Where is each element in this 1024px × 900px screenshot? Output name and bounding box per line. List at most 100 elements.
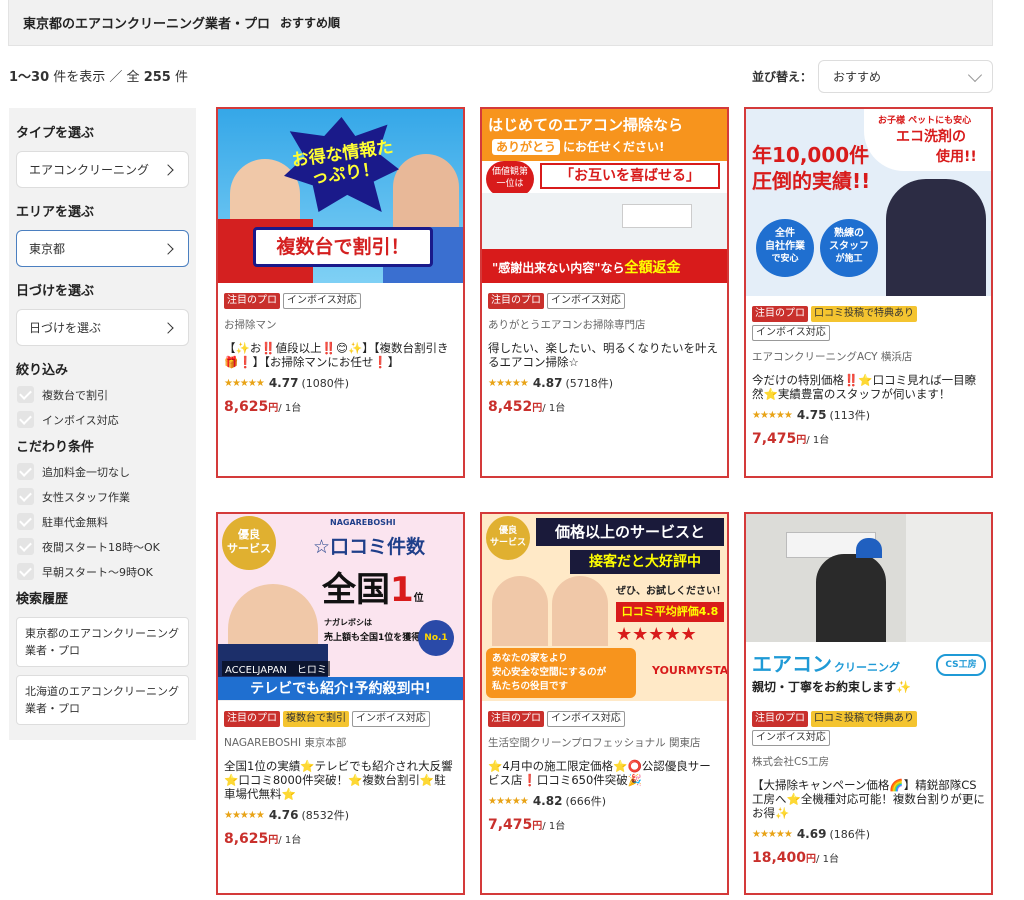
- banner-brand: NAGAREBOSHI: [330, 518, 396, 527]
- review-count: (113件): [829, 409, 871, 422]
- review-count: (8532件): [301, 809, 350, 822]
- service-card[interactable]: お子様 ペットにも安心 エコ洗剤の 使用!! 年10,000件 圧倒的実績!! …: [744, 107, 993, 478]
- price: 8,625円/ 1台: [224, 831, 302, 847]
- rating-score: 4.75: [796, 408, 827, 422]
- card-description: 得したい、楽したい、明るくなりたいを叶えるエアコン掃除☆: [488, 341, 718, 369]
- checkbox-icon: [17, 538, 34, 555]
- banner-corner-text: 使用!!: [936, 149, 977, 165]
- banner-corner-text: お子様 ペットにも安心: [878, 116, 972, 126]
- checkbox-icon: [17, 563, 34, 580]
- filter-checkbox-invoice[interactable]: インボイス対応: [17, 407, 189, 432]
- cs-kobo-logo: CS工房: [936, 654, 986, 676]
- pref-checkbox-no-extra-fee[interactable]: 追加料金一切なし: [17, 459, 189, 484]
- service-card[interactable]: お得な情報たっぷり！ 複数台で割引！ 注目のプロ インボイス対応 お掃除マン 【…: [216, 107, 465, 478]
- tag: 口コミ投稿で特典あり: [811, 306, 917, 322]
- rating-score: 4.77: [268, 376, 299, 390]
- sort-order-note: おすすめ順: [280, 16, 341, 30]
- badge-circle: 全件 自社作業 で安心: [756, 219, 814, 277]
- chevron-right-icon: [162, 322, 174, 334]
- rating-score: 4.76: [268, 808, 299, 822]
- sidebar: タイプを選ぶ エアコンクリーニング エリアを選ぶ 東京都 日づけを選ぶ 日づけを…: [9, 108, 196, 740]
- filter-checkbox-multi-discount[interactable]: 複数台で割引: [17, 382, 189, 407]
- page-header: 東京都のエアコンクリーニング業者・プロ おすすめ順: [8, 0, 993, 46]
- tag: 注目のプロ: [224, 711, 280, 727]
- card-banner-image: 優良 サービス 価格以上のサービスと 接客だと大好評中 ぜひ、お試しください！ 口…: [482, 514, 727, 701]
- star-rating-icon: ★★★★★: [224, 809, 265, 821]
- service-card[interactable]: はじめてのエアコン掃除なら ありがとう にお任せください! 価値観第一位は 「お互…: [480, 107, 729, 478]
- banner-small-text: クリーニング: [834, 661, 900, 674]
- area-select-button[interactable]: 東京都: [16, 230, 189, 267]
- pref-checkbox-early-start[interactable]: 早朝スタート〜9時OK: [17, 559, 189, 584]
- card-description: 全国1位の実績⭐テレビでも紹介され大反響⭐口コミ8000件突破！⭐複数台割引⭐駐…: [224, 759, 453, 801]
- card-banner-image: お得な情報たっぷり！ 複数台で割引！: [218, 109, 463, 283]
- card-description: 【✨お‼️値段以上‼️😊✨】【複数台割引き🎁❗】【お掃除マンにお任せ❗】: [224, 341, 449, 369]
- checkbox-icon: [17, 463, 34, 480]
- banner-rank-number: 1: [390, 570, 414, 610]
- price: 7,475円/ 1台: [488, 817, 566, 833]
- banner-sub-text: ナガレボシは: [324, 618, 372, 627]
- area-heading: エリアを選ぶ: [16, 205, 95, 220]
- rating-score: 4.87: [532, 376, 563, 390]
- banner-names: ACCELJAPAN ヒロミ: [222, 661, 330, 676]
- history-heading: 検索履歴: [16, 592, 69, 607]
- pref-checkbox-night-start[interactable]: 夜間スタート18時〜OK: [17, 534, 189, 559]
- quality-badge: 優良 サービス: [222, 516, 276, 570]
- banner-bottom-text: 複数台で割引！: [253, 227, 433, 267]
- result-count: 1〜30 件を表示 ／ 全 255 件: [9, 70, 188, 85]
- type-heading: タイプを選ぶ: [16, 126, 95, 141]
- checkbox-icon: [17, 513, 34, 530]
- person-figure: [552, 576, 608, 646]
- tag: インボイス対応: [547, 711, 625, 727]
- banner-sub-text: 親切・丁寧をお約束します✨: [752, 680, 911, 694]
- banner-top-text: ☆口コミ件数: [313, 536, 426, 558]
- star-rating-icon: ★★★★★: [488, 377, 529, 389]
- shop-name: 株式会社CS工房: [752, 756, 829, 768]
- shop-name: ありがとうエアコンお掃除専門店: [488, 319, 646, 331]
- tag: 口コミ投稿で特典あり: [811, 711, 917, 727]
- service-card[interactable]: エアコン クリーニング CS工房 親切・丁寧をお約束します✨ 注目のプロ 口コミ投…: [744, 512, 993, 895]
- banner-big-text: 全国: [322, 570, 390, 610]
- history-item[interactable]: 東京都のエアコンクリーニング業者・プロ: [16, 617, 189, 667]
- shop-name: お掃除マン: [224, 319, 277, 331]
- service-card[interactable]: 優良 サービス 価格以上のサービスと 接客だと大好評中 ぜひ、お試しください！ 口…: [480, 512, 729, 895]
- aircon-unit: [622, 204, 692, 228]
- date-select-button[interactable]: 日づけを選ぶ: [16, 309, 189, 346]
- price: 8,452円/ 1台: [488, 399, 566, 415]
- banner-line1: はじめてのエアコン掃除なら: [488, 116, 684, 134]
- tag: インボイス対応: [752, 730, 830, 746]
- type-select-button[interactable]: エアコンクリーニング: [16, 151, 189, 188]
- star-rating-icon: ★★★★★: [488, 795, 529, 807]
- history-item[interactable]: 北海道のエアコンクリーニング業者・プロ: [16, 675, 189, 725]
- banner-sub-text: 売上額も全国1位を獲得: [324, 633, 421, 643]
- banner-mid-text: 「お互いを喜ばせる」: [540, 163, 720, 189]
- rating-score: 4.69: [796, 827, 827, 841]
- tag: 注目のプロ: [488, 293, 544, 309]
- banner-bottom-text: テレビでも紹介!予約殺到中!: [218, 677, 463, 700]
- filter-heading: 絞り込み: [16, 363, 69, 378]
- pref-checkbox-female-staff[interactable]: 女性スタッフ作業: [17, 484, 189, 509]
- sort-label: 並び替え：: [752, 70, 813, 84]
- checkbox-icon: [17, 386, 34, 403]
- banner-line2: にお任せください!: [563, 140, 665, 154]
- price: 7,475円/ 1台: [752, 431, 830, 447]
- review-count: (5718件): [565, 377, 614, 390]
- service-card[interactable]: 優良 サービス NAGAREBOSHI ☆口コミ件数 全国1位 ナガレボシは 売上…: [216, 512, 465, 895]
- card-banner-image: エアコン クリーニング CS工房 親切・丁寧をお約束します✨: [746, 514, 991, 701]
- card-description: 【大掃除キャンペーン価格🌈】精鋭部隊CS工房へ⭐全機種対応可能！複数台割りが更に…: [752, 778, 985, 820]
- banner-top-text: 接客だと大好評中: [570, 550, 720, 574]
- star-rating-icon: ★★★★★: [752, 409, 793, 421]
- date-heading: 日づけを選ぶ: [16, 284, 95, 299]
- tag: 注目のプロ: [488, 711, 544, 727]
- worker-figure: [816, 554, 886, 642]
- badge-circle: 熟練の スタッフ が施工: [820, 219, 878, 277]
- checkbox-icon: [17, 411, 34, 428]
- review-count: (1080件): [301, 377, 350, 390]
- pref-checkbox-free-parking[interactable]: 駐車代金無料: [17, 509, 189, 534]
- sort-select[interactable]: おすすめ: [818, 60, 993, 93]
- tag: インボイス対応: [752, 325, 830, 341]
- banner-big-text: エアコン: [752, 652, 832, 676]
- helmet-shape: [856, 538, 882, 558]
- banner-brand-tag: ありがとう: [492, 139, 561, 155]
- card-banner-image: 優良 サービス NAGAREBOSHI ☆口コミ件数 全国1位 ナガレボシは 売上…: [218, 514, 463, 701]
- star-rating-icon: ★★★★★: [224, 377, 265, 389]
